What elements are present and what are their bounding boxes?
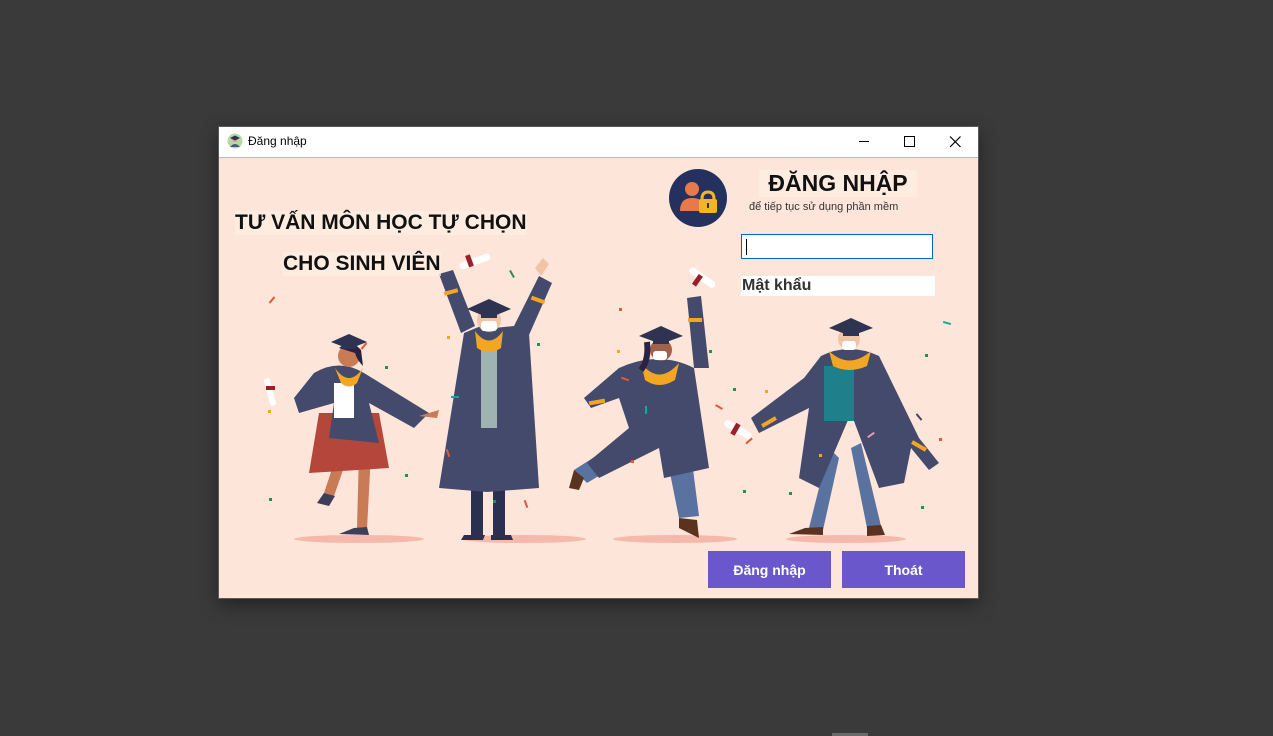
login-subtitle: để tiếp tục sử dụng phần mềm (749, 201, 899, 213)
graduate-3 (569, 267, 716, 538)
close-button[interactable] (932, 127, 978, 157)
password-field[interactable]: Mật khẩu (741, 276, 935, 296)
username-input[interactable] (741, 234, 933, 259)
minimize-icon (859, 141, 869, 142)
maximize-button[interactable] (886, 127, 932, 157)
minimize-button[interactable] (841, 127, 887, 157)
maximize-icon (904, 136, 915, 147)
title-bar[interactable]: Đăng nhập (219, 127, 978, 158)
window-title: Đăng nhập (248, 134, 307, 148)
graduate-1 (263, 334, 439, 535)
login-window: Đăng nhập TƯ VẤN MÔN HỌC TỰ CHỌN CHO SIN… (219, 127, 978, 598)
graduate-4 (724, 318, 939, 536)
hero-title-line-1: TƯ VẤN MÔN HỌC TỰ CHỌN (235, 211, 527, 235)
text-caret (746, 239, 747, 255)
login-title: ĐĂNG NHẬP (759, 170, 917, 197)
close-icon (949, 136, 961, 148)
user-lock-icon (669, 169, 727, 227)
window-content: TƯ VẤN MÔN HỌC TỰ CHỌN CHO SINH VIÊN ĐĂN… (219, 158, 978, 598)
login-button[interactable]: Đăng nhập (708, 551, 831, 588)
hero-title-line-2: CHO SINH VIÊN (283, 252, 441, 276)
graduation-app-icon (227, 133, 243, 149)
exit-button[interactable]: Thoát (842, 551, 965, 588)
